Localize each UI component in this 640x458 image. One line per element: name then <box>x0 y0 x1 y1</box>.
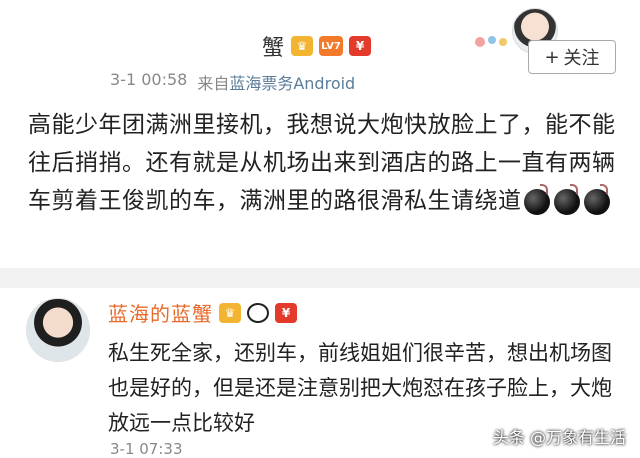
post-body: 高能少年团满洲里接机，我想说大炮快放脸上了，能不能往后捎捎。还有就是从机场出来到… <box>28 106 618 220</box>
red-envelope-icon: ¥ <box>275 302 297 323</box>
bomb-icon <box>523 183 550 215</box>
follow-button[interactable]: + 关注 <box>528 40 616 74</box>
post-source: 来自蓝海票务Android <box>197 70 355 94</box>
follow-label: 关注 <box>563 48 600 69</box>
post-author-row: 蟹 ♛ LV7 ¥ <box>262 30 372 62</box>
section-divider <box>0 268 640 288</box>
comment-author-row: 蓝海的蓝蟹 ♛ ¥ <box>108 298 297 327</box>
weibo-post: 蟹 ♛ LV7 ¥ 3-1 00:58 来自蓝海票务Android + 关注 高… <box>0 0 640 268</box>
bomb-icon <box>583 183 610 215</box>
post-source-link[interactable]: 蓝海票务Android <box>229 74 355 93</box>
crown-badge-icon: ♛ <box>219 302 241 323</box>
post-username[interactable]: 蟹 <box>262 30 285 62</box>
sticker-icon <box>475 36 507 47</box>
post-meta: 3-1 00:58 来自蓝海票务Android <box>110 70 355 94</box>
watermark: 头条 @万象有生活 <box>492 428 626 447</box>
comment-time: 3-1 07:33 <box>110 440 183 458</box>
comment-username[interactable]: 蓝海的蓝蟹 <box>108 298 213 327</box>
plus-icon: + <box>544 46 560 68</box>
bomb-icon <box>553 183 580 215</box>
red-envelope-icon: ¥ <box>349 36 372 56</box>
bomb-emoji-group <box>523 183 610 215</box>
post-source-prefix: 来自 <box>197 74 230 93</box>
crown-badge-icon: ♛ <box>291 36 314 56</box>
post-time: 3-1 00:58 <box>110 70 188 89</box>
level-badge: LV7 <box>319 36 344 56</box>
comment-avatar[interactable] <box>26 298 90 362</box>
panda-icon <box>247 302 269 323</box>
